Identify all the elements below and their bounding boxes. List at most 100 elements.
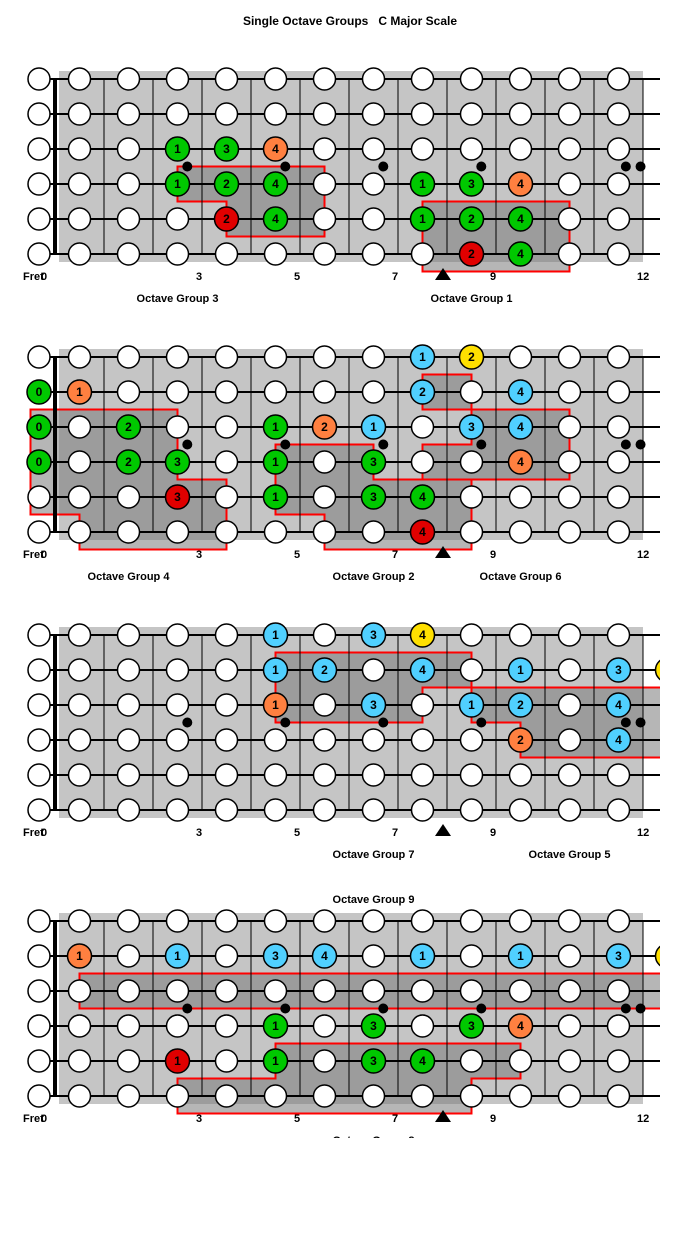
svg-text:12: 12 [637,549,649,561]
svg-text:1: 1 [76,385,83,399]
svg-text:1: 1 [517,663,524,677]
svg-text:0: 0 [36,455,43,469]
fretboard-diagram: 1341241313412424Fret0357912Octave Group … [0,600,700,860]
svg-text:4: 4 [419,490,426,504]
svg-text:1: 1 [272,628,279,642]
svg-text:4: 4 [419,1054,426,1068]
svg-text:4: 4 [419,663,426,677]
svg-text:4: 4 [517,455,524,469]
svg-text:1: 1 [272,455,279,469]
svg-text:3: 3 [223,142,230,156]
svg-text:4: 4 [517,177,524,191]
group-label: Octave Group 5 [529,849,611,860]
svg-text:12: 12 [637,1113,649,1125]
svg-text:1: 1 [419,212,426,226]
svg-text:2: 2 [468,350,475,364]
svg-text:2: 2 [517,733,524,747]
svg-text:7: 7 [392,827,398,839]
svg-text:1: 1 [419,177,426,191]
svg-text:1: 1 [370,420,377,434]
svg-text:2: 2 [125,420,132,434]
group-label: Octave Group 2 [333,571,415,582]
svg-text:3: 3 [370,455,377,469]
svg-text:3: 3 [272,949,279,963]
svg-text:4: 4 [517,247,524,261]
svg-text:3: 3 [615,949,622,963]
svg-text:0: 0 [36,385,43,399]
fretboard-diagram: 1134113413341134Fret0357912Octave Group … [0,878,700,1138]
svg-text:9: 9 [490,271,496,283]
svg-text:4: 4 [419,525,426,539]
svg-text:4: 4 [272,177,279,191]
svg-text:3: 3 [468,1019,475,1033]
svg-text:9: 9 [490,549,496,561]
svg-text:3: 3 [196,271,202,283]
svg-text:3: 3 [468,420,475,434]
group-label: Octave Group 3 [137,293,219,304]
svg-text:3: 3 [196,1113,202,1125]
svg-text:3: 3 [615,663,622,677]
svg-text:1: 1 [174,177,181,191]
group-label: Octave Group 6 [480,571,562,582]
svg-text:1: 1 [272,663,279,677]
svg-text:3: 3 [196,549,202,561]
svg-text:5: 5 [294,1113,300,1125]
group-label: Octave Group 1 [431,293,513,304]
svg-text:1: 1 [419,949,426,963]
svg-text:2: 2 [223,177,230,191]
svg-text:1: 1 [272,1019,279,1033]
svg-text:4: 4 [321,949,328,963]
svg-text:4: 4 [419,628,426,642]
svg-text:2: 2 [468,212,475,226]
fretboard-diagram: 010202331213134412241344Fret0357912Octav… [0,322,700,582]
svg-text:3: 3 [174,455,181,469]
svg-text:4: 4 [272,212,279,226]
svg-text:5: 5 [294,271,300,283]
svg-text:3: 3 [370,628,377,642]
svg-text:4: 4 [517,212,524,226]
page-title: Single Octave Groups C Major Scale [0,14,700,28]
svg-text:1: 1 [272,420,279,434]
fretboard-diagram: 1341242413412424Fret0357912Octave Group … [0,44,700,304]
group-label: Octave Group 9 [333,894,415,906]
svg-text:1: 1 [468,698,475,712]
svg-text:1: 1 [272,490,279,504]
svg-text:4: 4 [272,142,279,156]
svg-text:12: 12 [637,827,649,839]
group-label: Octave Group 8 [333,1135,415,1138]
svg-text:9: 9 [490,827,496,839]
group-label: Octave Group 7 [333,849,415,860]
svg-text:0: 0 [41,827,47,839]
svg-text:7: 7 [392,271,398,283]
svg-text:2: 2 [125,455,132,469]
svg-text:1: 1 [174,1054,181,1068]
svg-text:0: 0 [41,271,47,283]
svg-text:1: 1 [517,949,524,963]
svg-text:2: 2 [321,420,328,434]
svg-text:2: 2 [223,212,230,226]
svg-text:3: 3 [370,698,377,712]
svg-text:4: 4 [517,1019,524,1033]
svg-text:9: 9 [490,1113,496,1125]
svg-text:7: 7 [392,549,398,561]
svg-text:4: 4 [517,420,524,434]
svg-text:1: 1 [272,1054,279,1068]
svg-text:0: 0 [41,1113,47,1125]
svg-text:5: 5 [294,549,300,561]
svg-text:2: 2 [517,698,524,712]
svg-text:1: 1 [272,698,279,712]
group-label: Octave Group 4 [88,571,171,582]
svg-text:3: 3 [370,1054,377,1068]
svg-text:0: 0 [41,549,47,561]
svg-text:0: 0 [36,420,43,434]
svg-text:4: 4 [615,733,622,747]
svg-text:12: 12 [637,271,649,283]
svg-text:3: 3 [196,827,202,839]
svg-text:1: 1 [174,949,181,963]
svg-text:5: 5 [294,827,300,839]
svg-text:2: 2 [321,663,328,677]
svg-text:2: 2 [468,247,475,261]
svg-text:4: 4 [517,385,524,399]
svg-text:3: 3 [468,177,475,191]
svg-text:1: 1 [174,142,181,156]
